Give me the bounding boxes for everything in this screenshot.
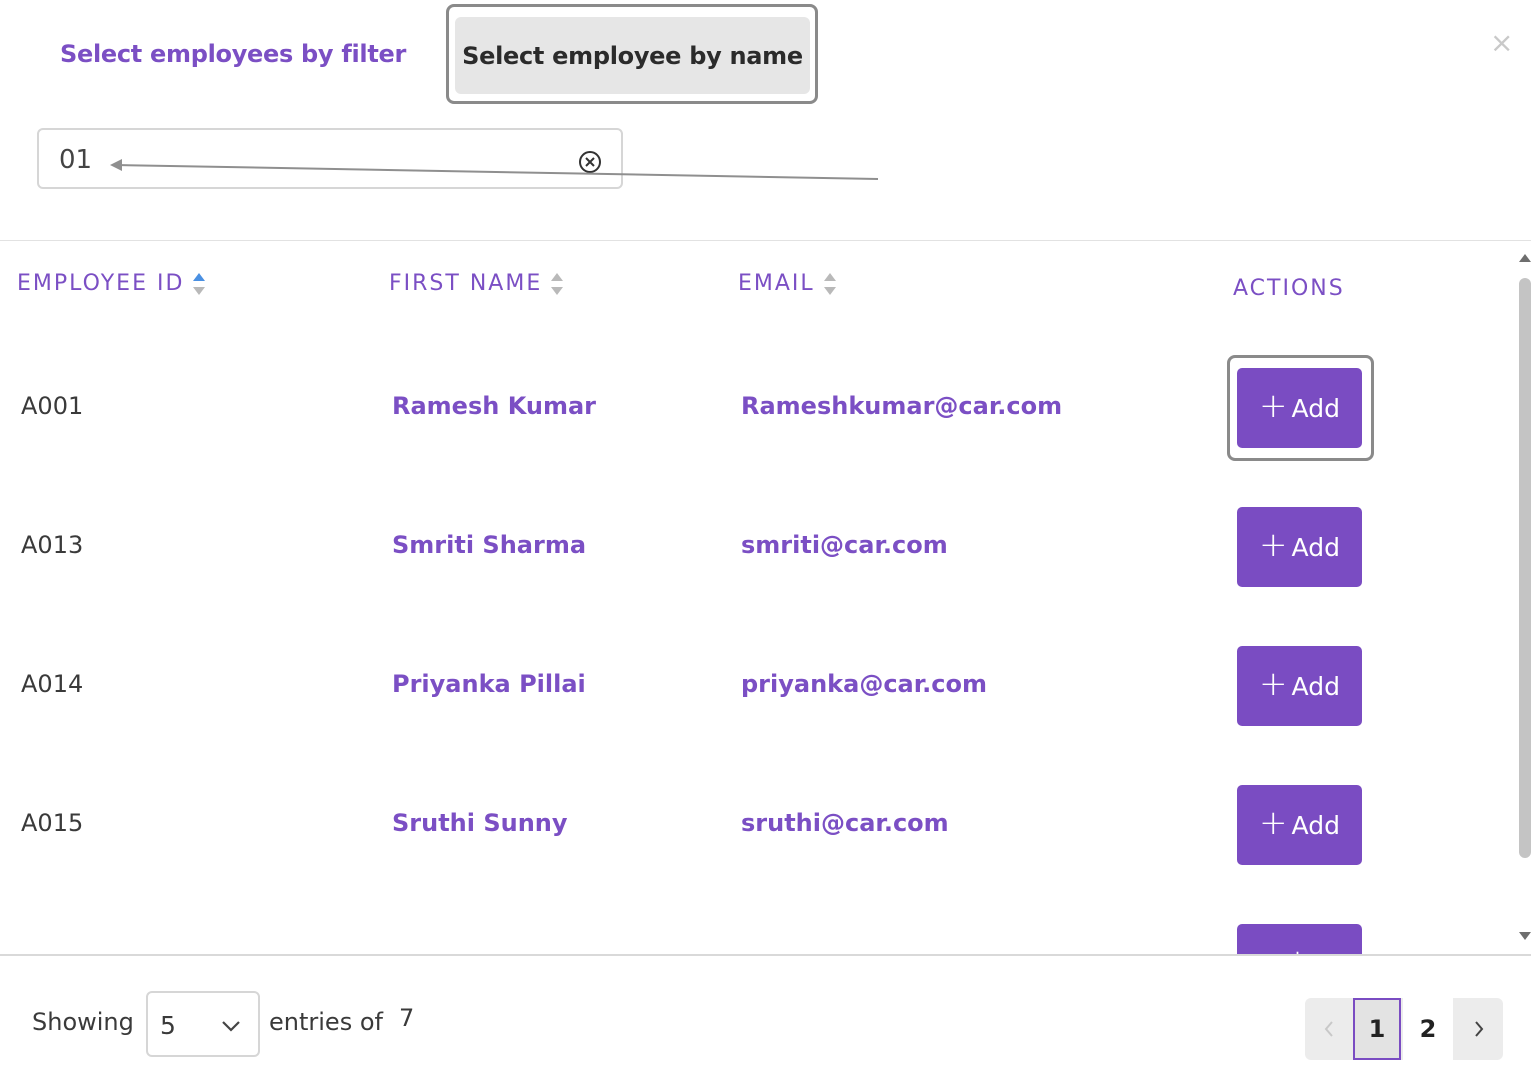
clear-circle-icon[interactable] <box>578 150 602 174</box>
entries-label: entries of <box>269 1008 383 1036</box>
email-cell: smriti@car.com <box>741 531 948 559</box>
page-2-button[interactable]: 2 <box>1403 998 1453 1060</box>
employee-id-cell: A013 <box>21 531 84 559</box>
tab-select-by-filter[interactable]: Select employees by filter <box>60 40 406 68</box>
plus-icon: + <box>1259 386 1288 426</box>
add-label: Add <box>1291 810 1340 840</box>
first-name-cell: Smriti Sharma <box>392 531 587 559</box>
plus-icon: + <box>1259 664 1288 704</box>
table-row: A014 Priyanka Pillai priyanka@car.com + … <box>0 615 1518 754</box>
plus-icon: + <box>1259 803 1288 843</box>
divider <box>0 954 1531 956</box>
tab-select-by-name[interactable]: Select employee by name <box>455 17 810 94</box>
next-page-button[interactable] <box>1455 998 1503 1060</box>
chevron-down-icon <box>222 1021 240 1032</box>
first-name-cell: Sruthi Sunny <box>392 809 568 837</box>
chevron-right-icon <box>1475 1021 1484 1037</box>
page-size-select[interactable]: 5 <box>146 991 260 1057</box>
scroll-down-arrow-icon[interactable] <box>1519 932 1531 940</box>
add-employee-button[interactable]: + Add <box>1237 785 1362 865</box>
pagination: 1 2 <box>1305 998 1503 1060</box>
prev-page-button[interactable] <box>1305 998 1353 1060</box>
add-employee-button[interactable]: + Add <box>1237 507 1362 587</box>
employee-id-cell: A001 <box>21 392 84 420</box>
scrollbar-thumb[interactable] <box>1519 278 1531 858</box>
employee-table: A001 Ramesh Kumar Rameshkumar@car.com + … <box>0 241 1518 954</box>
email-cell: sruthi@car.com <box>741 809 949 837</box>
email-cell: Rameshkumar@car.com <box>741 392 1063 420</box>
add-employee-button[interactable]: + Add <box>1237 646 1362 726</box>
table-row: A015 Sruthi Sunny sruthi@car.com + Add <box>0 754 1518 893</box>
add-employee-button[interactable]: + Add <box>1237 368 1362 448</box>
showing-label: Showing <box>32 1008 134 1036</box>
close-icon[interactable]: × <box>1490 26 1513 59</box>
table-row: A013 Smriti Sharma smriti@car.com + Add <box>0 476 1518 615</box>
search-field <box>37 128 623 189</box>
plus-icon: + <box>1259 525 1288 565</box>
employee-id-cell: A014 <box>21 670 84 698</box>
table-row: + <box>0 893 1518 954</box>
plus-icon: + <box>1283 945 1312 954</box>
add-label: Add <box>1291 532 1340 562</box>
employee-id-cell: A015 <box>21 809 84 837</box>
page-1-button[interactable]: 1 <box>1353 998 1401 1060</box>
first-name-cell: Priyanka Pillai <box>392 670 586 698</box>
search-input[interactable] <box>57 140 561 180</box>
scroll-up-arrow-icon[interactable] <box>1519 254 1531 262</box>
add-label: Add <box>1291 671 1340 701</box>
total-count: 7 <box>399 1004 415 1032</box>
add-label: Add <box>1291 393 1340 423</box>
add-employee-button[interactable]: + <box>1237 924 1362 954</box>
page-size-value: 5 <box>160 1011 176 1040</box>
first-name-cell: Ramesh Kumar <box>392 392 596 420</box>
table-row: A001 Ramesh Kumar Rameshkumar@car.com + … <box>0 337 1518 476</box>
email-cell: priyanka@car.com <box>741 670 987 698</box>
chevron-left-icon <box>1324 1021 1333 1037</box>
